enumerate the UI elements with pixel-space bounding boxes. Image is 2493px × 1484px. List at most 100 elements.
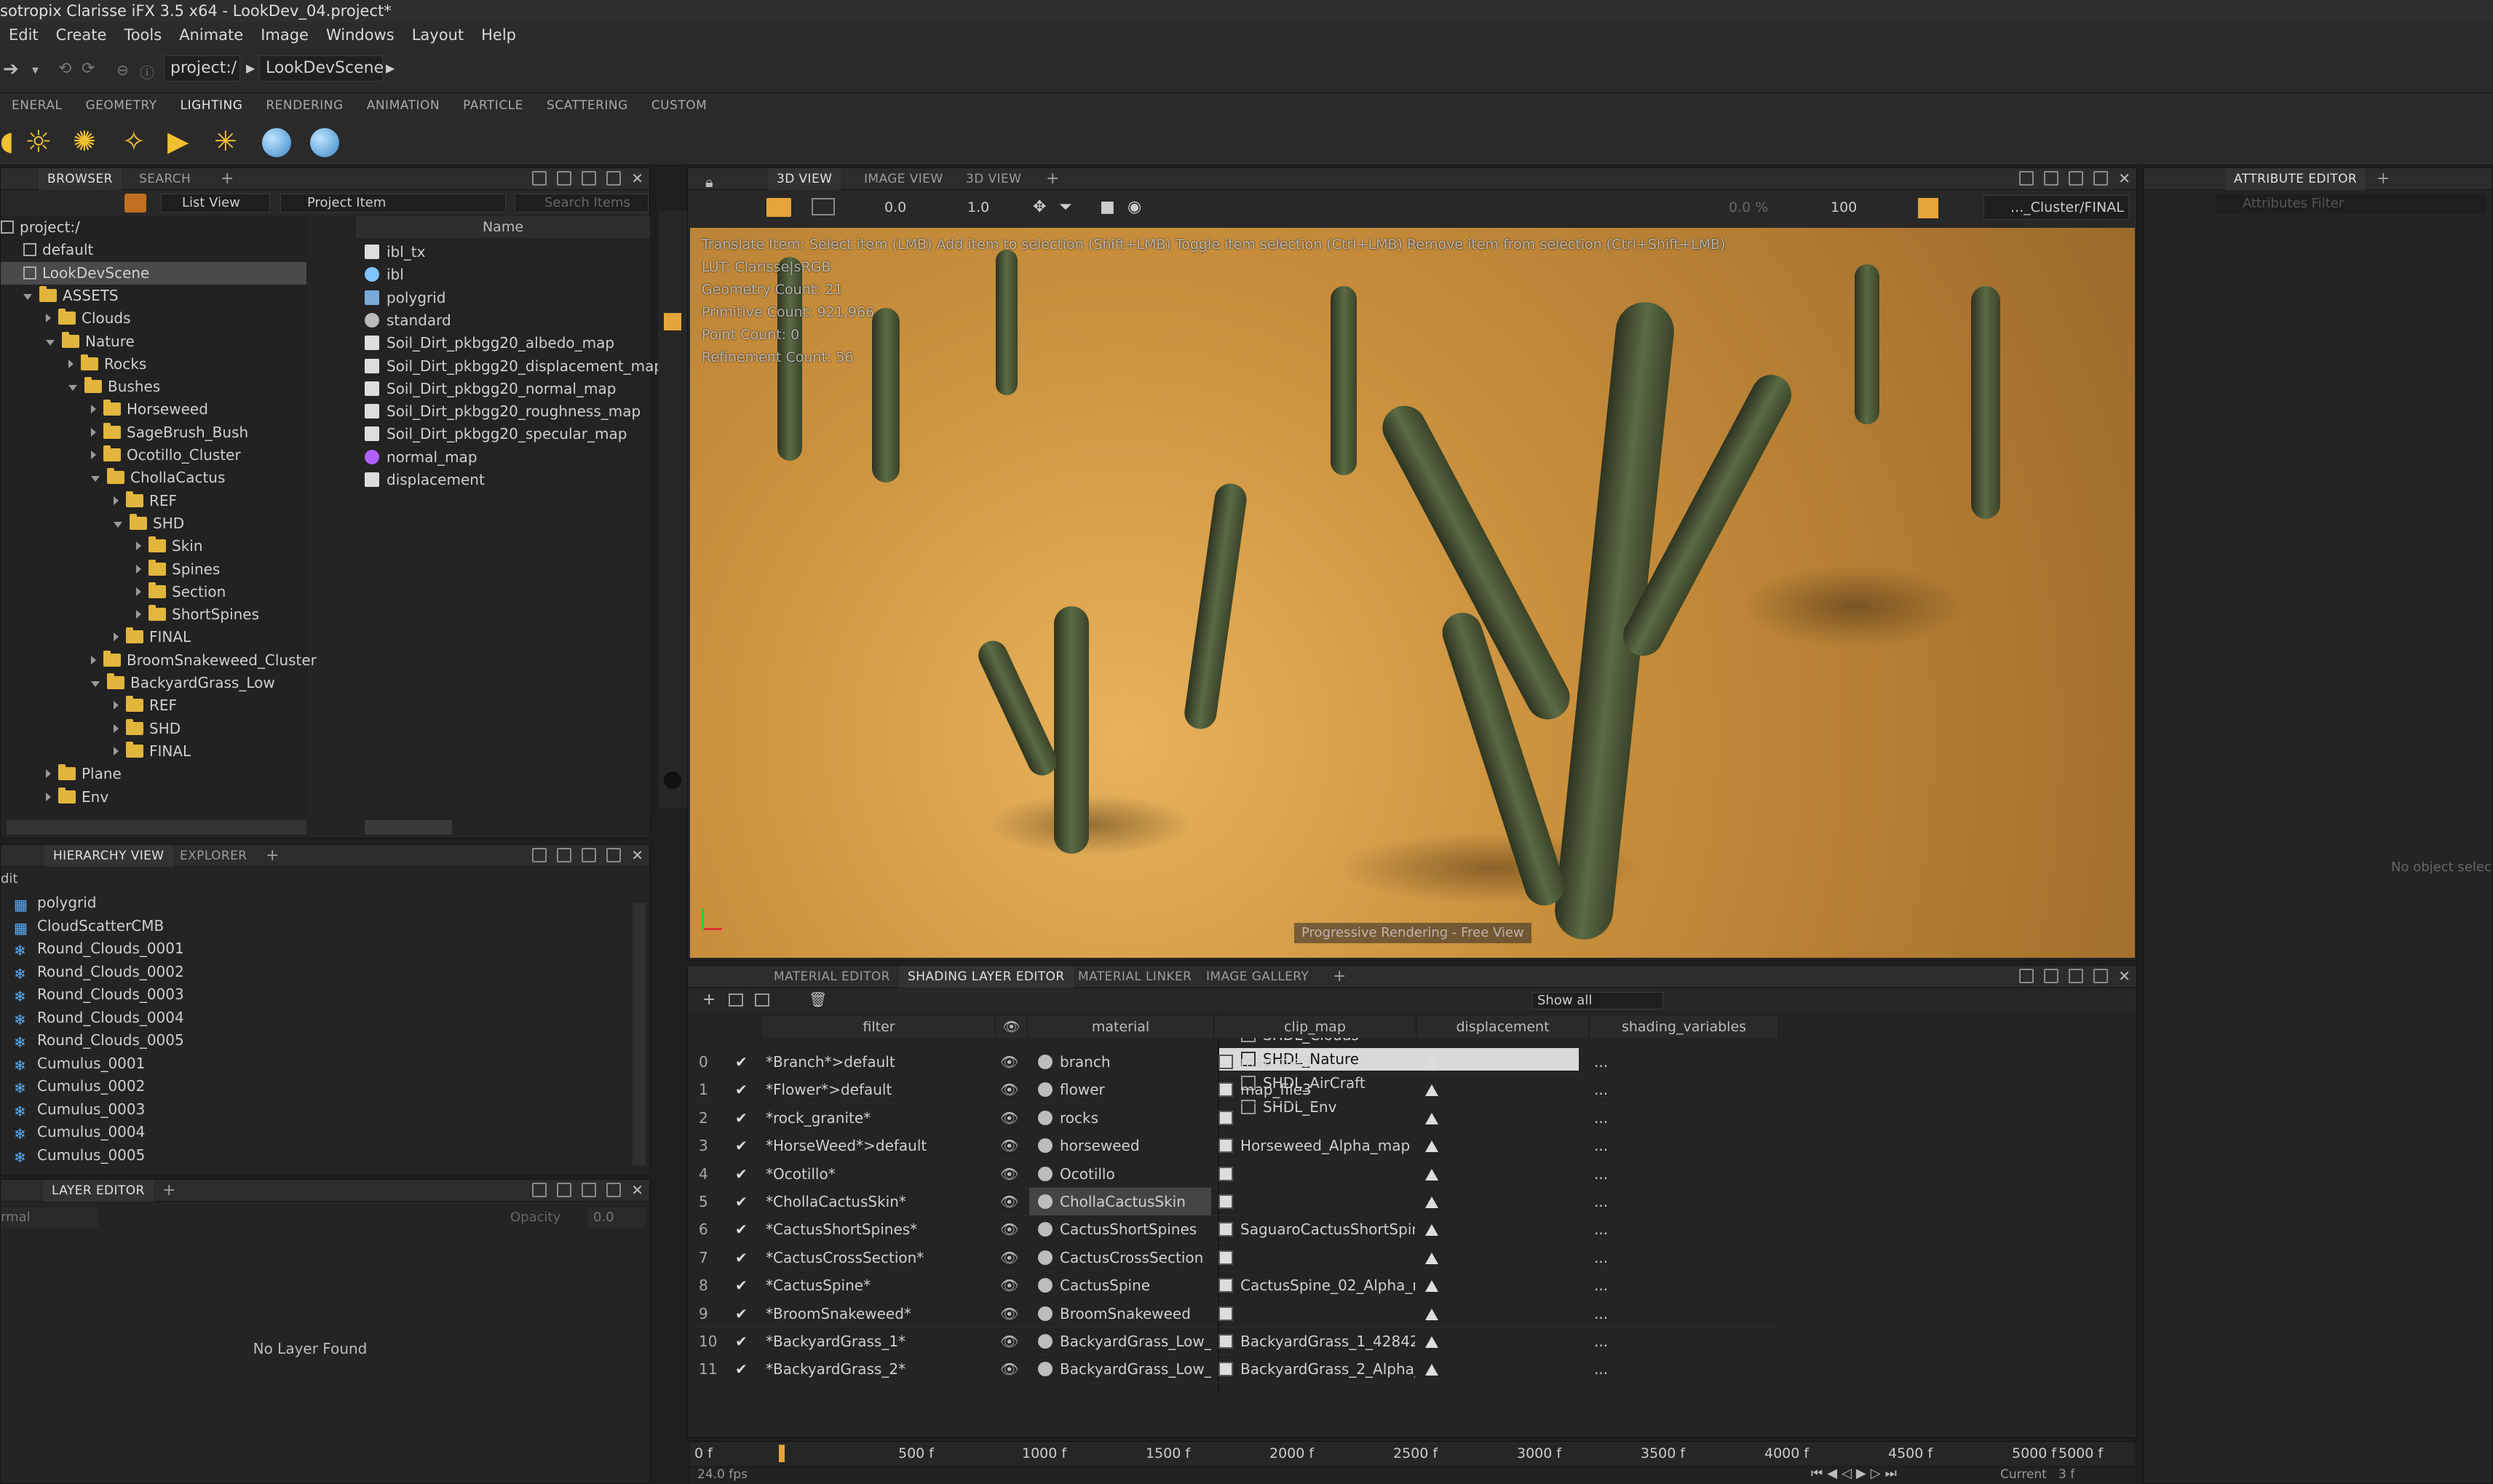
shading-rule-row[interactable]: 5 ✔ *ChollaCactusSkin* 👁︎ ChollaCactusSkin..…: [690, 1188, 1779, 1215]
add-tab-icon[interactable]: +: [1324, 966, 1355, 988]
shading-rule-row[interactable]: 3 ✔ *HorseWeed*>default 👁︎ horseweed Horsewee…: [690, 1132, 1779, 1160]
transform-icon[interactable]: ✥: [1033, 198, 1046, 216]
filter-cell[interactable]: *rock_granite*: [766, 1104, 996, 1132]
path-more-icon[interactable]: ▶: [386, 61, 395, 75]
ibl-light-icon[interactable]: [262, 128, 291, 157]
collapsed-arrow-icon[interactable]: [136, 564, 141, 574]
menu-help[interactable]: Help: [472, 22, 525, 48]
shading-rule-row[interactable]: 7 ✔ *CactusCrossSection* 👁︎ CactusCrossSecti…: [690, 1244, 1779, 1271]
view-toggle-icon[interactable]: [124, 194, 146, 213]
hierarchy-item[interactable]: ❄ Cumulus_0003: [14, 1098, 625, 1121]
filter-select[interactable]: Project Item: [280, 194, 506, 213]
displacement-cell[interactable]: [1425, 1355, 1593, 1383]
clip-map-cell[interactable]: [1218, 1300, 1415, 1328]
collapsed-arrow-icon[interactable]: [91, 405, 96, 414]
menu-animate[interactable]: Animate: [170, 22, 252, 48]
show-filter-select[interactable]: Show all: [1532, 992, 1663, 1009]
displacement-cell[interactable]: [1425, 1300, 1593, 1328]
material-cell[interactable]: CactusSpine: [1029, 1271, 1211, 1299]
layout-rows-icon[interactable]: [557, 1183, 572, 1197]
sample-count[interactable]: 100: [1831, 199, 1857, 215]
filter-cell[interactable]: *BroomSnakeweed*: [766, 1300, 996, 1328]
visibility-eye-icon[interactable]: 👁︎: [1000, 1215, 1029, 1243]
layout-max-icon[interactable]: [2093, 171, 2109, 186]
displacement-more[interactable]: ...: [1594, 1076, 1623, 1103]
tree-item[interactable]: SHD: [1, 512, 306, 535]
col-displacement[interactable]: displacement: [1416, 1016, 1590, 1038]
enabled-check-icon[interactable]: ✔: [735, 1215, 757, 1243]
visibility-eye-icon[interactable]: 👁︎: [1000, 1271, 1029, 1299]
shading-rule-row[interactable]: 2 ✔ *rock_granite* 👁︎ rocks...: [690, 1104, 1779, 1132]
collapsed-arrow-icon[interactable]: [91, 451, 96, 459]
spot-light-icon[interactable]: ✧: [122, 125, 146, 157]
layout-grid-icon[interactable]: [2019, 969, 2034, 983]
enabled-check-icon[interactable]: ✔: [735, 1132, 757, 1159]
list-scrollbar[interactable]: [365, 820, 452, 835]
expanded-arrow-icon[interactable]: [114, 521, 122, 528]
collapsed-arrow-icon[interactable]: [136, 587, 141, 596]
clip-map-cell[interactable]: [1218, 1244, 1415, 1271]
expanded-arrow-icon[interactable]: [91, 681, 100, 687]
tree-item[interactable]: BroomSnakeweed_Cluster: [1, 649, 317, 672]
collapsed-arrow-icon[interactable]: [136, 541, 141, 551]
camera-select[interactable]: ..._Cluster/FINAL: [1983, 195, 2129, 220]
menu-windows[interactable]: Windows: [317, 22, 403, 48]
col-material[interactable]: material: [1028, 1016, 1214, 1038]
clip-map-cell[interactable]: map_file3: [1218, 1048, 1415, 1076]
close-icon[interactable]: ✕: [631, 1183, 643, 1197]
displacement-cell[interactable]: [1425, 1076, 1593, 1103]
menu-image[interactable]: Image: [252, 22, 317, 48]
tree-item[interactable]: ChollaCactus: [1, 467, 306, 489]
enabled-check-icon[interactable]: ✔: [735, 1244, 757, 1271]
tab-material-editor[interactable]: MATERIAL EDITOR: [765, 966, 899, 988]
tab-3d-view[interactable]: 3D VIEW: [768, 168, 841, 190]
tree-item[interactable]: REF: [1, 490, 306, 512]
tree-item[interactable]: ShortSpines: [1, 603, 306, 626]
shading-rule-row[interactable]: 0 ✔ *Branch*>default 👁︎ branch map_file3...: [690, 1048, 1779, 1076]
shelf-tab-animation[interactable]: ANIMATION: [355, 93, 451, 118]
filter-icon[interactable]: ⏷: [1059, 198, 1072, 216]
layout-cols-icon[interactable]: [2069, 171, 2084, 186]
enabled-check-icon[interactable]: ✔: [735, 1328, 757, 1355]
collapsed-arrow-icon[interactable]: [114, 632, 119, 642]
layout-grid-icon[interactable]: [532, 1183, 547, 1197]
displacement-cell[interactable]: [1425, 1048, 1593, 1076]
displacement-cell[interactable]: [1425, 1188, 1593, 1215]
tab-browser[interactable]: BROWSER: [39, 168, 122, 190]
expanded-arrow-icon[interactable]: [46, 339, 55, 346]
layout-max-icon[interactable]: [606, 171, 622, 186]
close-icon[interactable]: ✕: [631, 171, 643, 186]
hierarchy-scrollbar[interactable]: [633, 903, 646, 1165]
collapsed-arrow-icon[interactable]: [46, 792, 51, 801]
hierarchy-item[interactable]: ❄ Cumulus_0001: [14, 1052, 625, 1075]
light-partial-icon[interactable]: ◖: [0, 127, 14, 156]
displacement-more[interactable]: ...: [1594, 1328, 1623, 1355]
duplicate-icon[interactable]: [755, 993, 769, 1007]
enabled-check-icon[interactable]: ✔: [735, 1104, 757, 1132]
point-light-icon[interactable]: ✺: [73, 125, 96, 157]
material-cell[interactable]: branch: [1029, 1048, 1211, 1076]
display-icon[interactable]: [812, 198, 835, 215]
tree-item[interactable]: ASSETS: [1, 285, 306, 307]
material-cell[interactable]: Ocotillo: [1029, 1160, 1211, 1188]
tree-item[interactable]: SHD: [1, 718, 306, 740]
displacement-cell[interactable]: [1425, 1104, 1593, 1132]
info-icon[interactable]: ⓘ: [140, 61, 154, 82]
attributes-filter-input[interactable]: Attributes Filter: [2216, 194, 2486, 213]
material-cell[interactable]: flower: [1029, 1076, 1211, 1103]
record-icon[interactable]: [664, 771, 681, 789]
filter-cell[interactable]: *Flower*>default: [766, 1076, 996, 1103]
clip-map-cell[interactable]: map_file3: [1218, 1076, 1415, 1103]
tree-item[interactable]: Env: [1, 786, 306, 809]
visibility-eye-icon[interactable]: 👁︎: [1000, 1132, 1029, 1159]
tree-item[interactable]: Rocks: [1, 353, 306, 376]
tree-item[interactable]: Ocotillo_Cluster: [1, 444, 306, 467]
filter-cell[interactable]: *HorseWeed*>default: [766, 1132, 996, 1159]
shading-rule-row[interactable]: 11 ✔ *BackyardGrass_2* 👁︎ BackyardGrass_Low_…: [690, 1355, 1779, 1384]
clip-map-cell[interactable]: [1218, 1104, 1415, 1132]
filter-cell[interactable]: *Ocotillo*: [766, 1160, 996, 1188]
refresh-icon[interactable]: ⟳: [82, 60, 95, 78]
layout-cols-icon[interactable]: [2069, 969, 2084, 983]
displacement-more[interactable]: ...: [1594, 1244, 1623, 1271]
visibility-eye-icon[interactable]: 👁︎: [1000, 1160, 1029, 1188]
